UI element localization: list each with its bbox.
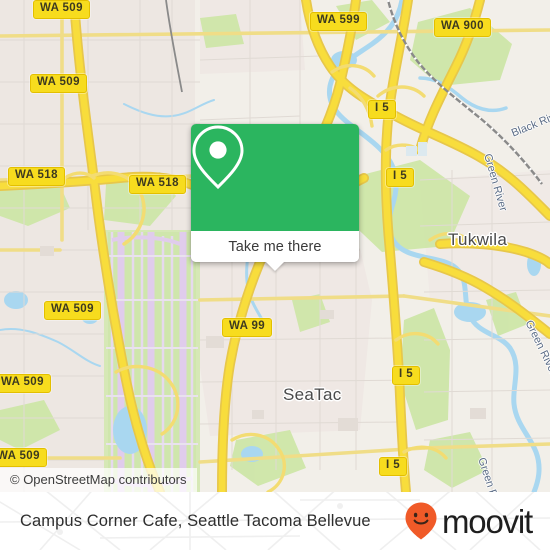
- highway-shield-wa99[interactable]: WA 99: [222, 318, 273, 337]
- highway-shield-wa518-2[interactable]: WA 518: [129, 175, 186, 194]
- moovit-map-screenshot: Tukwila SeaTac Black Riv Green River Gre…: [0, 0, 550, 550]
- moovit-logo[interactable]: moovit: [404, 501, 533, 541]
- take-me-there-label: Take me there: [228, 238, 322, 255]
- highway-shield-wa509-1[interactable]: WA 509: [33, 0, 90, 19]
- highway-shield-i5-4[interactable]: I 5: [379, 457, 407, 476]
- place-title: Campus Corner Cafe, Seattle Tacoma Belle…: [20, 511, 371, 530]
- highway-shield-i5-2[interactable]: I 5: [386, 168, 414, 187]
- moovit-wordmark: moovit: [442, 502, 533, 540]
- take-me-there-button[interactable]: Take me there: [191, 231, 359, 262]
- highway-shield-wa900[interactable]: WA 900: [434, 18, 491, 37]
- highway-shield-wa509-4[interactable]: WA 509: [0, 374, 51, 393]
- footer-bar: Campus Corner Cafe, Seattle Tacoma Belle…: [0, 492, 550, 550]
- map-canvas[interactable]: Tukwila SeaTac Black Riv Green River Gre…: [0, 0, 550, 492]
- destination-callout-card[interactable]: Take me there: [191, 124, 359, 271]
- highway-shield-wa518-1[interactable]: WA 518: [8, 167, 65, 186]
- highway-shield-wa509-2[interactable]: WA 509: [30, 74, 87, 93]
- highway-shield-wa599[interactable]: WA 599: [310, 12, 367, 31]
- highway-shield-wa509-3[interactable]: WA 509: [44, 301, 101, 320]
- callout-pointer-tail: [265, 261, 285, 271]
- highway-shield-i5-1[interactable]: I 5: [368, 100, 396, 119]
- map-attribution[interactable]: © OpenStreetMap contributors: [0, 468, 197, 492]
- highway-shield-i5-3[interactable]: I 5: [392, 366, 420, 385]
- callout-header: [191, 124, 359, 231]
- moovit-pin-smiley-icon: [405, 502, 437, 540]
- location-pin-icon: [192, 125, 244, 190]
- highway-shield-wa509-5[interactable]: WA 509: [0, 448, 47, 467]
